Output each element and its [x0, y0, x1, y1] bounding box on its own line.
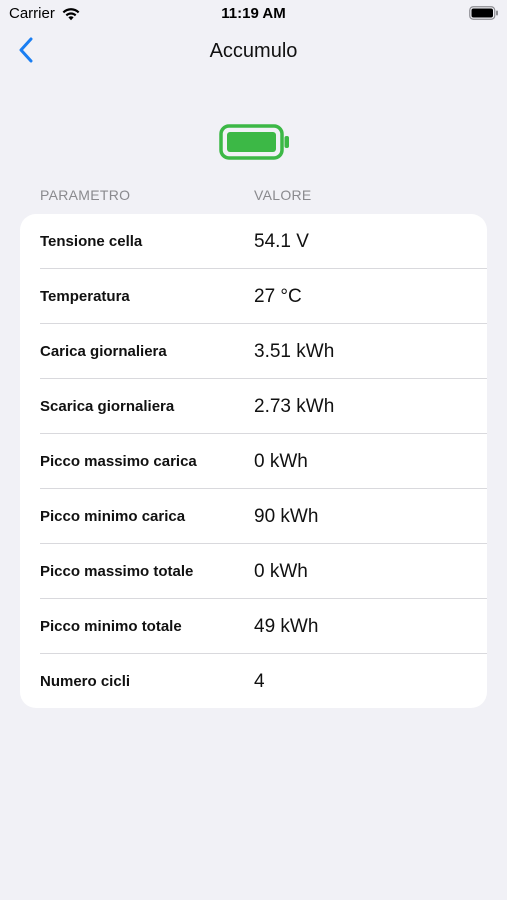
row-label: Picco massimo carica: [40, 453, 197, 470]
column-header-value: VALORE: [254, 187, 312, 203]
row-label: Picco minimo totale: [40, 618, 182, 635]
navigation-bar: Accumulo: [0, 28, 507, 78]
battery-full-icon: [219, 124, 291, 160]
row-label: Scarica giornaliera: [40, 398, 175, 415]
table-row: Picco minimo carica 90 kWh: [20, 489, 487, 544]
row-label: Carica giornaliera: [40, 343, 167, 360]
table-row: Picco minimo totale 49 kWh: [20, 599, 487, 654]
status-time: 11:19 AM: [221, 5, 286, 22]
row-value: 0 kWh: [254, 561, 308, 582]
row-value: 4: [254, 671, 265, 692]
table-row: Numero cicli 4: [20, 654, 487, 708]
page-title: Accumulo: [209, 40, 298, 62]
parameters-table: Tensione cella 54.1 V Temperatura 27 °C …: [20, 214, 487, 708]
table-header: PARAMETRO VALORE: [0, 187, 507, 205]
row-label: Picco minimo carica: [40, 508, 186, 525]
row-label: Picco massimo totale: [40, 563, 194, 580]
row-label: Numero cicli: [40, 673, 131, 690]
row-value: 2.73 kWh: [254, 396, 335, 417]
table-row: Carica giornaliera 3.51 kWh: [20, 324, 487, 379]
table-row: Temperatura 27 °C: [20, 269, 487, 324]
row-value: 3.51 kWh: [254, 341, 335, 362]
status-bar: Carrier 11:19 AM: [0, 0, 507, 28]
row-value: 90 kWh: [254, 506, 319, 527]
column-header-parameter: PARAMETRO: [40, 187, 131, 203]
row-value: 54.1 V: [254, 231, 309, 252]
row-value: 49 kWh: [254, 616, 319, 637]
table-row: Picco massimo carica 0 kWh: [20, 434, 487, 489]
table-row: Scarica giornaliera 2.73 kWh: [20, 379, 487, 434]
row-label: Temperatura: [40, 288, 130, 305]
table-row: Tensione cella 54.1 V: [20, 214, 487, 269]
table-row: Picco massimo totale 0 kWh: [20, 544, 487, 599]
row-value: 27 °C: [254, 286, 302, 307]
row-value: 0 kWh: [254, 451, 308, 472]
row-label: Tensione cella: [40, 233, 143, 250]
battery-full-icon: [469, 6, 499, 20]
